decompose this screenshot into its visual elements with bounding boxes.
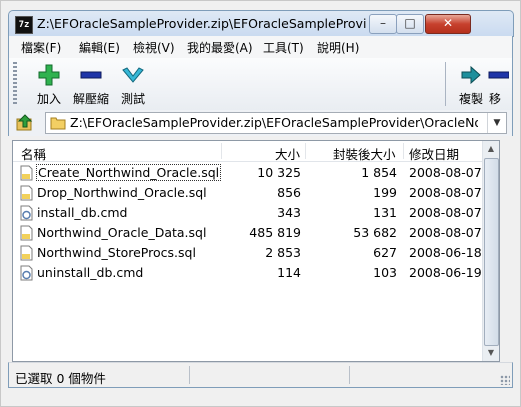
header-size[interactable]: 大小 — [275, 144, 300, 163]
menu-tools[interactable]: 工具(T) — [263, 39, 304, 56]
chevron-down-icon[interactable]: ▼ — [487, 113, 506, 133]
move-icon — [488, 71, 509, 79]
scrollbar-thumb[interactable] — [484, 158, 499, 346]
file-size: 2 853 — [265, 245, 301, 260]
path-text: Z:\EFOracleSampleProvider.zip\EFOracleSa… — [70, 115, 478, 130]
vertical-scrollbar[interactable]: ▲ ▼ — [482, 141, 499, 361]
file-packed-size: 627 — [373, 245, 397, 260]
title-bar[interactable]: 7z Z:\EFOracleSampleProvider.zip\EFOracl… — [8, 10, 514, 37]
arrow-right-icon — [461, 65, 481, 85]
file-size: 485 819 — [249, 225, 301, 240]
column-divider[interactable] — [221, 143, 222, 159]
cmd-file-icon — [20, 265, 33, 281]
file-list[interactable]: 名稱 大小 封裝後大小 修改日期 Create_Northwind_Oracle… — [12, 140, 500, 362]
file-size: 856 — [277, 185, 301, 200]
status-bar: 已選取 0 個物件 — [8, 362, 513, 388]
add-label: 加入 — [36, 92, 61, 106]
folder-icon — [50, 117, 66, 130]
status-divider — [189, 366, 190, 384]
file-name[interactable]: uninstall_db.cmd — [37, 265, 143, 280]
file-name[interactable]: Northwind_Oracle_Data.sql — [37, 225, 206, 240]
menu-view[interactable]: 檢視(V) — [133, 39, 175, 56]
menu-file[interactable]: 檔案(F) — [21, 39, 61, 56]
path-field[interactable]: Z:\EFOracleSampleProvider.zip\EFOracleSa… — [45, 112, 507, 134]
menu-help[interactable]: 說明(H) — [317, 39, 359, 56]
column-header: 名稱 大小 封裝後大小 修改日期 — [13, 141, 483, 162]
file-modified: 2008-08-07 1... — [409, 165, 483, 180]
status-divider — [349, 366, 350, 384]
file-modified: 2008-08-07 1... — [409, 185, 483, 200]
file-packed-size: 199 — [373, 185, 397, 200]
file-size: 114 — [277, 265, 301, 280]
file-row[interactable]: Northwind_Oracle_Data.sql 485 819 53 682… — [13, 223, 483, 243]
file-name[interactable]: Drop_Northwind_Oracle.sql — [37, 185, 207, 200]
file-modified: 2008-06-18 1... — [409, 245, 483, 260]
file-size: 10 325 — [257, 165, 301, 180]
file-row[interactable]: install_db.cmd 343 131 2008-08-07 1... — [13, 203, 483, 223]
file-row[interactable]: Create_Northwind_Oracle.sql 10 325 1 854… — [13, 163, 483, 183]
close-button[interactable]: ✕ — [425, 14, 471, 34]
header-modified[interactable]: 修改日期 — [409, 144, 459, 163]
file-packed-size: 1 854 — [361, 165, 397, 180]
toolbar: 加入 解壓縮 測試 複製 移 — [8, 58, 513, 111]
add-button[interactable]: 加入 — [27, 62, 71, 108]
minimize-button[interactable]: – — [369, 14, 397, 34]
maximize-button[interactable]: □ — [396, 14, 424, 34]
menu-bar: 檔案(F) 編輯(E) 檢視(V) 我的最愛(A) 工具(T) 說明(H) — [8, 36, 513, 58]
file-name[interactable]: install_db.cmd — [37, 205, 128, 220]
column-divider[interactable] — [305, 143, 306, 159]
file-name[interactable]: Northwind_StoreProcs.sql — [37, 245, 196, 260]
toolbar-separator — [445, 62, 446, 106]
file-modified: 2008-08-07 1... — [409, 205, 483, 220]
file-row[interactable]: Drop_Northwind_Oracle.sql 856 199 2008-0… — [13, 183, 483, 203]
test-button[interactable]: 測試 — [111, 62, 155, 108]
test-label: 測試 — [120, 92, 145, 106]
file-modified: 2008-06-19 1... — [409, 265, 483, 280]
header-name[interactable]: 名稱 — [21, 144, 46, 163]
check-icon — [122, 67, 144, 83]
file-size: 343 — [277, 205, 301, 220]
sql-file-icon — [20, 245, 33, 261]
header-packed-size[interactable]: 封裝後大小 — [333, 144, 396, 163]
sql-file-icon — [20, 225, 33, 241]
toolbar-grip[interactable] — [13, 62, 17, 106]
file-name[interactable]: Create_Northwind_Oracle.sql — [35, 164, 222, 181]
menu-favorites[interactable]: 我的最愛(A) — [187, 39, 253, 56]
app-7zip-icon: 7z — [15, 16, 33, 34]
scroll-up-icon[interactable]: ▲ — [483, 141, 499, 157]
folder-up-icon[interactable] — [15, 113, 35, 133]
extract-label: 解壓縮 — [72, 92, 109, 106]
cmd-file-icon — [20, 205, 33, 221]
file-packed-size: 131 — [373, 205, 397, 220]
move-label: 移 — [489, 92, 502, 106]
file-row[interactable]: Northwind_StoreProcs.sql 2 853 627 2008-… — [13, 243, 483, 263]
scroll-down-icon[interactable]: ▼ — [483, 345, 499, 361]
column-divider[interactable] — [403, 143, 404, 159]
sql-file-icon — [20, 165, 33, 181]
minus-icon — [80, 71, 102, 79]
status-text: 已選取 0 個物件 — [15, 371, 106, 386]
window-title: Z:\EFOracleSampleProvider.zip\EFOracleSa… — [37, 16, 367, 31]
file-packed-size: 103 — [373, 265, 397, 280]
file-packed-size: 53 682 — [353, 225, 397, 240]
plus-icon — [38, 64, 60, 86]
sql-file-icon — [20, 185, 33, 201]
resize-grip-icon[interactable] — [500, 375, 510, 385]
move-button[interactable]: 移 — [483, 62, 511, 108]
file-row[interactable]: uninstall_db.cmd 114 103 2008-06-19 1... — [13, 263, 483, 283]
file-modified: 2008-08-07 1... — [409, 225, 483, 240]
address-bar: Z:\EFOracleSampleProvider.zip\EFOracleSa… — [8, 110, 513, 136]
extract-button[interactable]: 解壓縮 — [69, 62, 113, 108]
menu-edit[interactable]: 編輯(E) — [79, 39, 120, 56]
